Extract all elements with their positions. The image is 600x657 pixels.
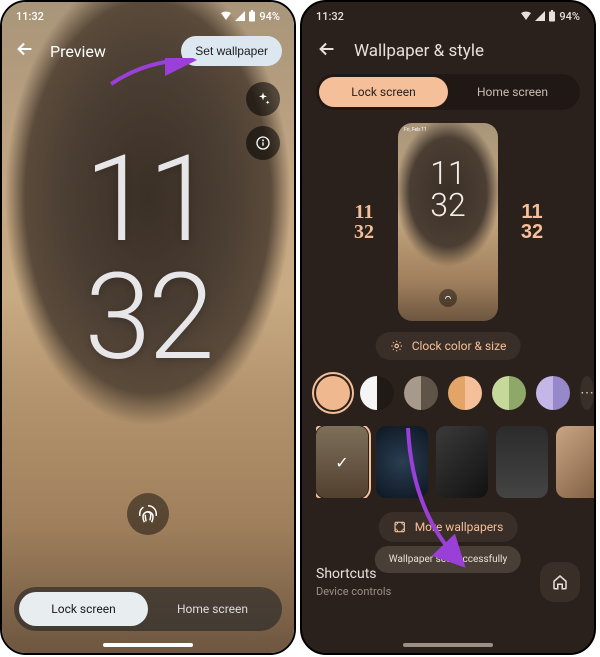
palette-icon [390,339,404,353]
mini-clock: 11 32 [430,157,466,221]
home-icon [551,573,569,591]
preview-target-tabs: Lock screen Home screen [14,587,282,631]
tab-lock-screen[interactable]: Lock screen [319,77,448,107]
wallpaper-thumb-3[interactable] [496,426,548,498]
battery-pct: 94% [559,10,580,23]
wifi-icon [220,11,232,21]
more-wallpapers-button[interactable]: More wallpapers [379,512,518,542]
preview-screen: 11:32 94% Preview Set wallpaper 11 32 Lo [0,0,296,655]
status-right: 94% [520,10,580,23]
clock-hours: 11 [84,142,211,260]
back-arrow-icon[interactable] [316,38,338,64]
preview-header: Preview Set wallpaper [2,36,294,66]
status-right: 94% [220,10,280,23]
color-swatch-1[interactable] [360,376,394,410]
style-header: Wallpaper & style [302,38,594,64]
effects-button[interactable] [246,82,280,116]
tab-home-screen[interactable]: Home screen [148,592,277,626]
status-time: 11:32 [16,10,44,23]
color-swatch-3[interactable] [448,376,482,410]
wifi-icon [520,11,532,21]
status-time: 11:32 [316,10,344,23]
wallpaper-icon [393,520,407,534]
wallpaper-style-screen: 11:32 94% Wallpaper & style Lock screen … [300,0,596,655]
screen-tabs: Lock screen Home screen [316,74,580,110]
clock-style-row: 11 32 Fri, Feb 11 11 32 11 32 [302,122,594,322]
status-bar: 11:32 94% [302,2,594,30]
nav-handle[interactable] [403,643,493,647]
color-swatch-2[interactable] [404,376,438,410]
color-swatch-5[interactable] [536,376,570,410]
nav-handle[interactable] [103,643,193,647]
toast-message: Wallpaper set successfully [375,546,521,573]
info-button[interactable] [246,126,280,160]
clock-style-option-right[interactable]: 11 32 [512,192,552,252]
set-wallpaper-button[interactable]: Set wallpaper [181,36,282,66]
fingerprint-button[interactable] [127,493,169,535]
wallpaper-thumb-4[interactable] [556,426,594,498]
signal-icon [535,11,545,21]
clock-minutes: 32 [84,260,211,378]
clock-color-size-label: Clock color & size [412,339,507,353]
color-swatch-4[interactable] [492,376,526,410]
clock-color-size-button[interactable]: Clock color & size [376,332,521,360]
battery-icon [248,10,256,22]
battery-pct: 94% [259,10,280,23]
page-title: Wallpaper & style [354,41,580,61]
more-wallpapers-label: More wallpapers [415,520,504,534]
more-colors-button[interactable]: ⋯ [580,376,594,410]
wallpaper-thumb-0[interactable] [316,426,368,498]
fingerprint-icon [137,503,159,525]
sparkle-icon [255,91,271,107]
info-icon [255,135,271,151]
lock-screen-mini-preview[interactable]: Fri, Feb 11 11 32 [398,123,498,321]
clock-style-option-left[interactable]: 11 32 [344,192,384,252]
wallpaper-thumb-1[interactable] [376,426,428,498]
tab-lock-screen[interactable]: Lock screen [19,592,148,626]
wallpaper-thumb-row [316,426,594,498]
shortcuts-subtitle: Device controls [316,585,540,598]
signal-icon [235,11,245,21]
color-swatch-0[interactable] [316,376,350,410]
color-swatch-row: ⋯ [316,376,580,410]
shortcut-home-button[interactable] [540,562,580,602]
lock-clock: 11 32 [84,142,211,377]
back-arrow-icon[interactable] [14,38,36,64]
mini-date: Fri, Feb 11 [398,123,498,137]
battery-icon [548,10,556,22]
status-bar: 11:32 94% [2,2,294,30]
preview-action-column [246,82,280,160]
mini-fingerprint-icon [439,289,457,307]
tab-home-screen[interactable]: Home screen [448,77,577,107]
page-title: Preview [50,42,181,61]
wallpaper-thumb-2[interactable] [436,426,488,498]
